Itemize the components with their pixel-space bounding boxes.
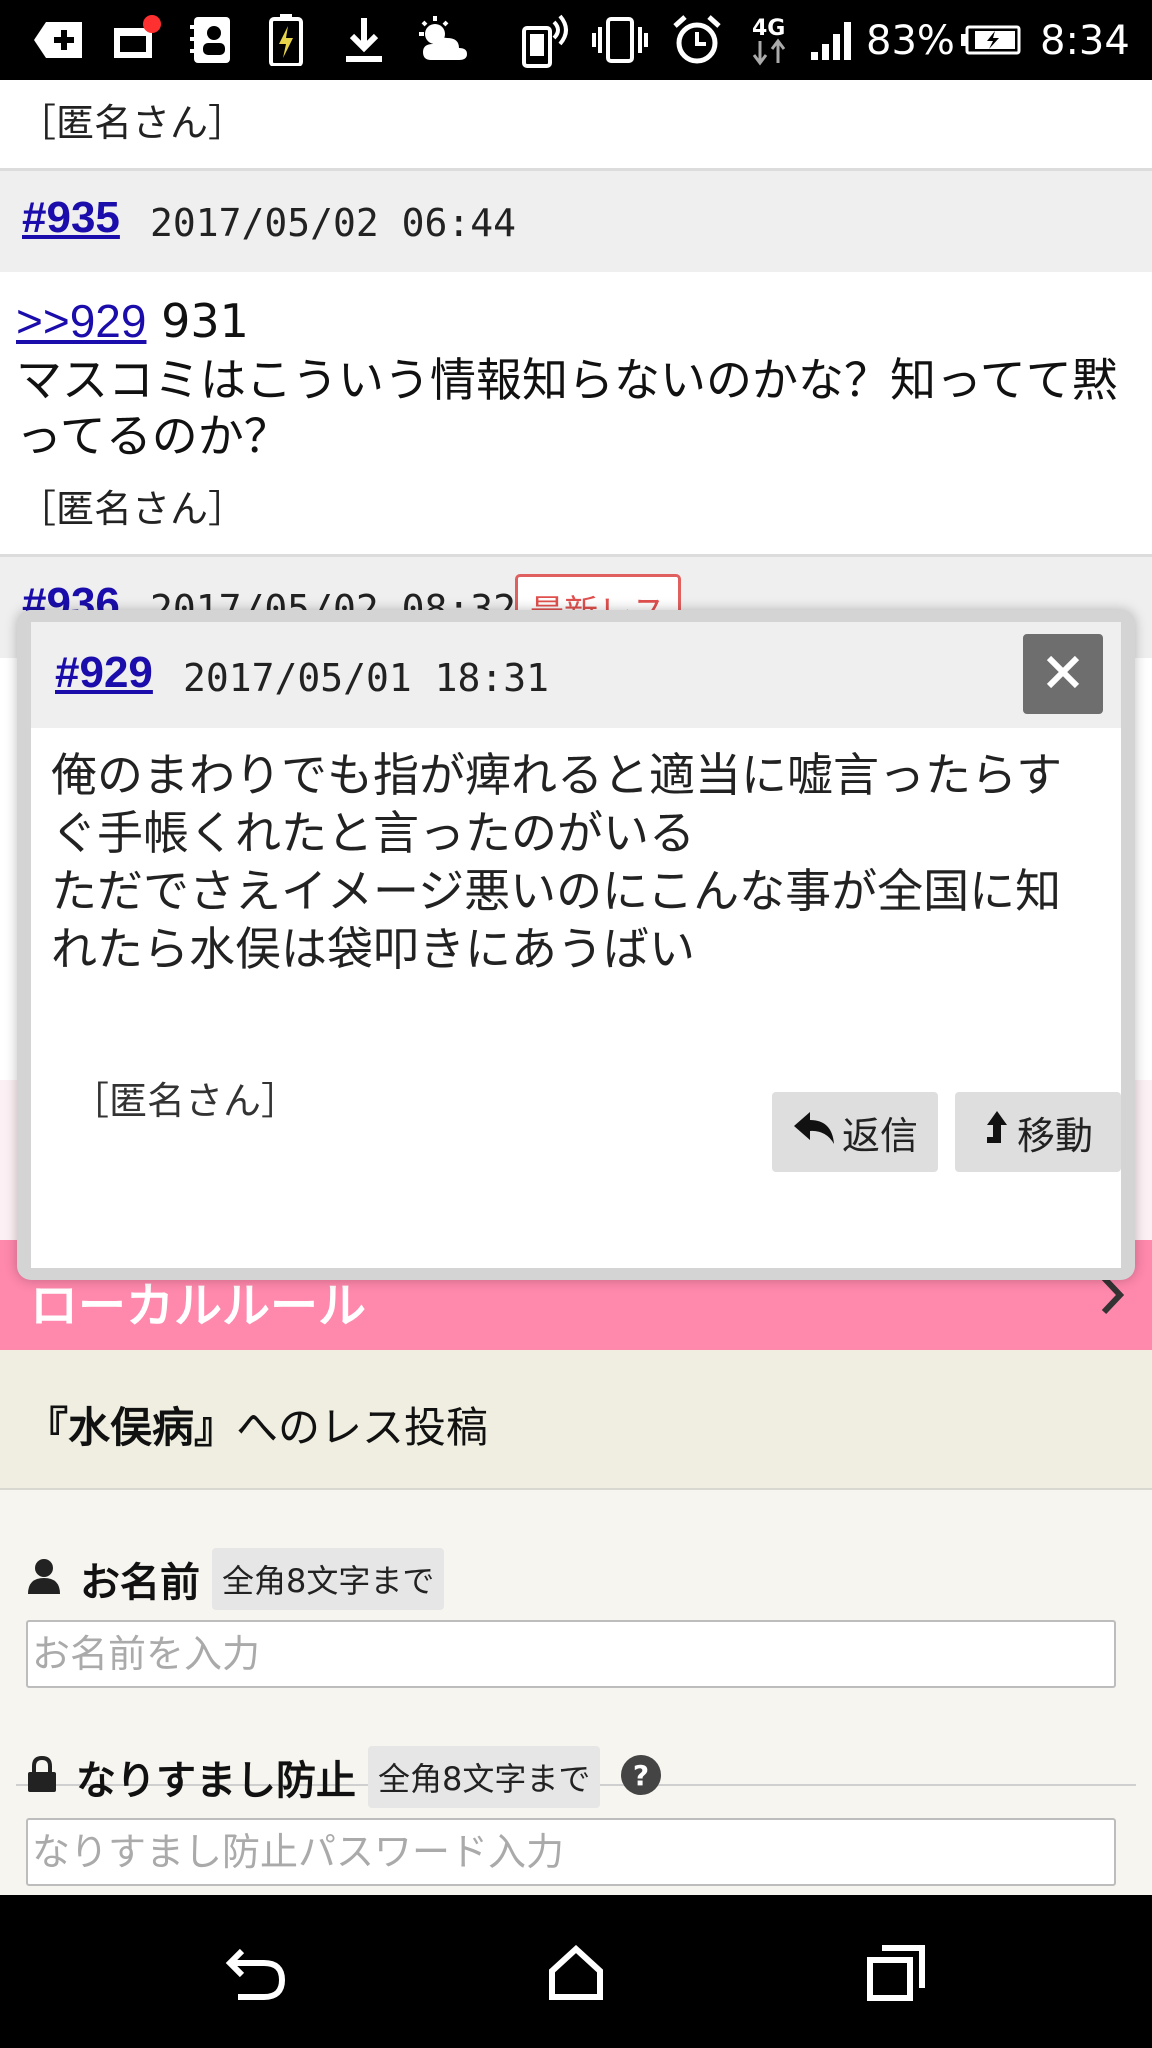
svg-text:4G: 4G <box>752 16 785 41</box>
move-arrow-icon <box>983 1109 1011 1156</box>
reply-reference-extra: 931 <box>146 294 249 348</box>
name-field-label-row: お名前 全角8文字まで <box>26 1546 445 1612</box>
reply-anchor-link[interactable]: >>929 <box>16 295 146 347</box>
status-bar: 4G 83% 8:34 <box>0 0 1152 80</box>
post-header: #935 2017/05/02 06:44 <box>0 168 1152 272</box>
password-field-label-row: なりすまし防止 全角8文字まで ? <box>26 1744 662 1810</box>
close-button[interactable] <box>1023 634 1103 714</box>
signal-bars-icon <box>808 14 856 66</box>
popup-post-body: 俺のまわりでも指が痺れると適当に嘘言ったらすぐ手帳くれたと言ったのがいる ただで… <box>51 748 1063 976</box>
person-icon <box>26 1558 62 1600</box>
reply-button[interactable]: 返信 <box>772 1092 938 1172</box>
recent-apps-button[interactable] <box>856 1935 936 2015</box>
phone-signal-icon <box>520 14 574 68</box>
chevron-right-icon <box>1100 1274 1126 1320</box>
password-limit-tag: 全角8文字まで <box>368 1746 601 1808</box>
contacts-icon <box>186 14 236 66</box>
move-button-label: 移動 <box>1016 1113 1093 1158</box>
post-popup: #929 2017/05/01 18:31 俺のまわりでも指が痺れると適当に嘘言… <box>17 610 1135 1280</box>
vibrate-icon <box>592 14 648 66</box>
post-body: マスコミはこういう情報知らないのかな？知ってて黙ってるのか？ <box>16 353 1118 463</box>
recent-apps-icon <box>866 1944 926 2006</box>
reply-arrow-icon <box>792 1108 836 1157</box>
name-field-label: お名前 <box>80 1560 200 1606</box>
reply-form-title-suffix: へのレス投稿 <box>236 1403 489 1452</box>
reply-form-title: 『水俣病』へのレス投稿 <box>26 1394 488 1455</box>
battery-saver-icon <box>266 14 306 66</box>
popup-post-date: 2017/05/01 18:31 <box>183 656 550 700</box>
password-input[interactable] <box>26 1818 1116 1886</box>
password-field-label: なりすまし防止 <box>76 1758 356 1804</box>
back-icon <box>224 1945 288 2005</box>
name-input[interactable] <box>26 1620 1116 1688</box>
post-author: ［匿名さん］ <box>18 101 247 145</box>
post-date: 2017/05/02 06:44 <box>150 201 517 245</box>
help-icon[interactable]: ? <box>620 1754 662 1800</box>
back-button[interactable] <box>216 1935 296 2015</box>
move-button[interactable]: 移動 <box>955 1092 1121 1172</box>
home-button[interactable] <box>536 1935 616 2015</box>
close-icon <box>1043 652 1083 696</box>
battery-percent: 83% <box>866 18 955 64</box>
svg-text:?: ? <box>633 1759 649 1792</box>
clock: 8:34 <box>1040 18 1130 64</box>
alarm-icon <box>670 14 724 66</box>
popup-post-number-link[interactable]: #929 <box>55 648 153 698</box>
download-icon <box>342 14 386 66</box>
reply-reference: >>929 931 <box>16 294 249 348</box>
thread-title: 『水俣病』 <box>26 1403 237 1452</box>
reply-form: お名前 全角8文字まで なりすまし防止 全角8文字まで ? <box>0 1490 1152 1895</box>
reply-button-label: 返信 <box>841 1113 918 1158</box>
battery-icon <box>960 14 1022 66</box>
post-popup-panel: #929 2017/05/01 18:31 俺のまわりでも指が痺れると適当に嘘言… <box>31 622 1121 1268</box>
weather-icon <box>414 14 472 66</box>
lock-icon <box>26 1755 58 1798</box>
post-popup-header: #929 2017/05/01 18:31 <box>31 622 1121 728</box>
name-limit-tag: 全角8文字まで <box>212 1548 445 1610</box>
navigation-bar <box>0 1895 1152 2048</box>
home-icon <box>546 1944 606 2005</box>
post-number-link[interactable]: #935 <box>22 193 120 243</box>
post-author: ［匿名さん］ <box>18 487 247 531</box>
network-4g-icon: 4G <box>748 14 792 66</box>
reply-form-header: 『水俣病』へのレス投稿 <box>0 1350 1152 1490</box>
photo-notification-icon <box>110 14 166 66</box>
popup-post-author: ［匿名さん］ <box>71 1079 300 1123</box>
add-box-icon <box>30 14 86 66</box>
